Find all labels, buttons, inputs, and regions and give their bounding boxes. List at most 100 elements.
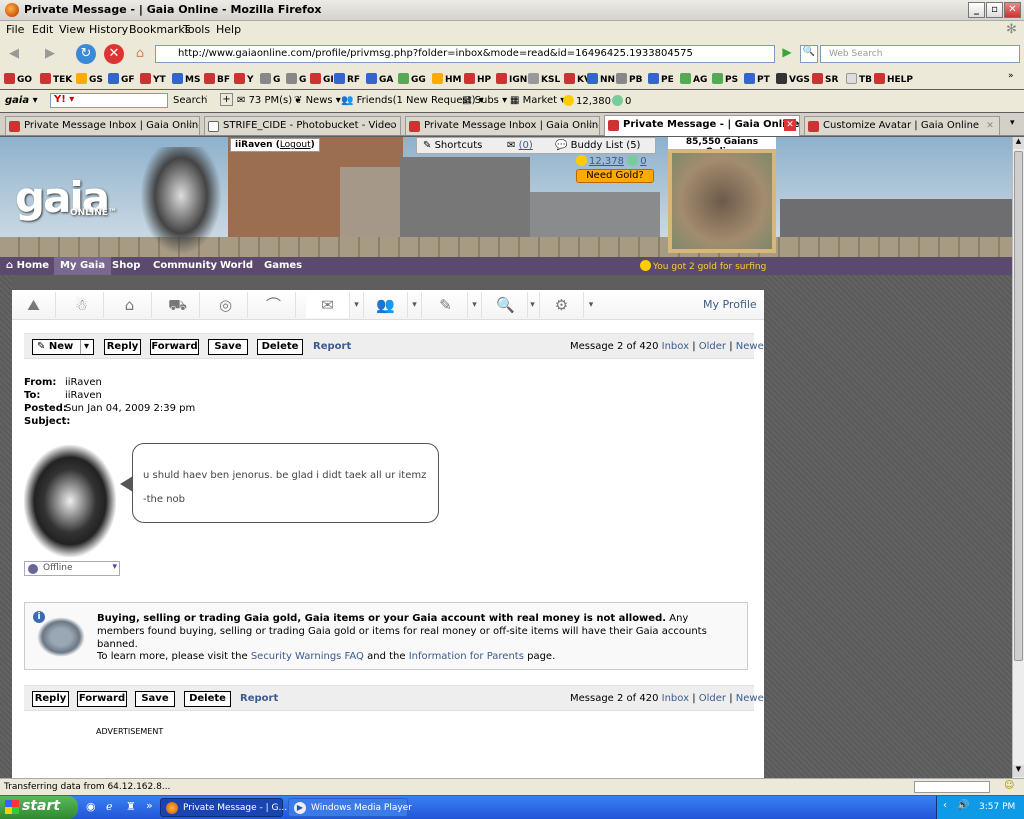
- more-bookmarks-chevron-icon[interactable]: »: [1008, 71, 1014, 81]
- tab-close-icon[interactable]: ✕: [984, 120, 996, 132]
- menu-bookmarks[interactable]: Bookmarks: [129, 23, 190, 36]
- nav-world[interactable]: World: [220, 260, 253, 271]
- forward-button[interactable]: Forward: [150, 339, 199, 355]
- home-icon[interactable]: ⌂: [130, 44, 150, 64]
- from-value[interactable]: iiRaven: [65, 377, 102, 388]
- report-link[interactable]: Report: [313, 341, 351, 352]
- bookmark-item[interactable]: GS: [76, 73, 103, 85]
- url-bar[interactable]: http://www.gaiaonline.com/profile/privms…: [155, 45, 775, 63]
- quicklaunch-firefox-icon[interactable]: ◉: [86, 800, 96, 813]
- subs-link[interactable]: ▤ Subs ▾: [462, 95, 507, 106]
- bookmark-item[interactable]: KSL: [528, 73, 560, 85]
- bookmark-item[interactable]: PS: [712, 73, 738, 85]
- delete-button[interactable]: Delete: [257, 339, 303, 355]
- bookmark-item[interactable]: PB: [616, 73, 642, 85]
- inbox-link[interactable]: Inbox: [662, 341, 689, 352]
- bookmark-item[interactable]: HP: [464, 73, 491, 85]
- save-button[interactable]: Save: [208, 339, 248, 355]
- new-button[interactable]: ✎ New ▾: [32, 339, 94, 355]
- nav-games[interactable]: Games: [264, 260, 302, 271]
- fish-icon[interactable]: ◎: [204, 292, 248, 318]
- bookmark-item[interactable]: HELP: [874, 73, 913, 85]
- bookmark-item[interactable]: PT: [744, 73, 770, 85]
- avatar-icon[interactable]: ☃: [60, 292, 104, 318]
- mail-icon[interactable]: ✉: [306, 292, 350, 318]
- mail-count-link[interactable]: ✉ (0): [507, 140, 533, 151]
- menu-view[interactable]: View: [59, 23, 85, 36]
- vertical-scrollbar[interactable]: ▲ ▼: [1012, 137, 1024, 778]
- bookmark-item[interactable]: GF: [108, 73, 135, 85]
- bookmark-item[interactable]: MS: [172, 73, 200, 85]
- reload-icon[interactable]: ↻: [76, 44, 96, 64]
- inbox-link[interactable]: Inbox: [662, 693, 689, 704]
- bookmark-item[interactable]: TB: [846, 73, 872, 85]
- report-link[interactable]: Report: [240, 693, 278, 704]
- maximize-button[interactable]: ▫: [986, 2, 1003, 18]
- clock[interactable]: 3:57 PM: [979, 802, 1015, 812]
- bookmark-item[interactable]: YT: [140, 73, 166, 85]
- nav-shop[interactable]: Shop: [112, 260, 140, 271]
- bookmark-item[interactable]: PE: [648, 73, 674, 85]
- web-search-input[interactable]: Web Search: [820, 45, 1020, 63]
- bookmark-item[interactable]: HM: [432, 73, 462, 85]
- yahoo-search-input[interactable]: Y! ▾: [50, 93, 168, 108]
- toolbar-search-label[interactable]: Search: [173, 95, 207, 106]
- house-icon[interactable]: ⌂: [108, 292, 152, 318]
- bookmark-item[interactable]: G: [286, 73, 306, 85]
- start-button[interactable]: start: [0, 796, 78, 819]
- news-link[interactable]: ❦ News ▾: [294, 95, 341, 106]
- bookmark-item[interactable]: GO: [4, 73, 32, 85]
- car-icon[interactable]: ⛟: [156, 292, 200, 318]
- tab-close-icon[interactable]: ✕: [184, 120, 196, 132]
- bookmark-item[interactable]: G: [260, 73, 280, 85]
- nav-community[interactable]: Community: [153, 260, 217, 271]
- to-value[interactable]: iiRaven: [65, 390, 102, 401]
- chevron-down-icon[interactable]: ▾: [350, 292, 364, 318]
- bookmark-item[interactable]: VGS: [776, 73, 810, 85]
- shortcuts-button[interactable]: ✎ Shortcuts: [423, 140, 482, 151]
- forward-icon[interactable]: ▶: [40, 44, 60, 64]
- status-addon-icon[interactable]: ☺: [1004, 780, 1014, 791]
- stop-icon[interactable]: ✕: [104, 44, 124, 64]
- tab-customize-avatar[interactable]: Customize Avatar | Gaia Online ✕: [804, 116, 1000, 135]
- tab-private-message[interactable]: Private Message - | Gaia Online ✕: [604, 115, 800, 136]
- delete-button[interactable]: Delete: [184, 691, 231, 707]
- menu-history[interactable]: History: [89, 23, 128, 36]
- back-icon[interactable]: ◀: [4, 44, 24, 64]
- quicklaunch-ie-icon[interactable]: ℯ: [106, 800, 113, 813]
- bookmark-item[interactable]: AG: [680, 73, 707, 85]
- gaia-home-icon[interactable]: ⛰: [12, 292, 56, 318]
- reply-button[interactable]: Reply: [104, 339, 141, 355]
- online-status-select[interactable]: Offline ▾: [24, 561, 120, 576]
- menu-tools[interactable]: Tools: [183, 23, 210, 36]
- bookmark-item[interactable]: GI: [310, 73, 334, 85]
- need-gold-button[interactable]: Need Gold?: [576, 169, 654, 183]
- minimize-button[interactable]: _: [968, 2, 985, 18]
- older-link[interactable]: Older: [699, 341, 726, 352]
- nav-home[interactable]: ⌂ Home: [6, 260, 49, 271]
- forward-button[interactable]: Forward: [77, 691, 127, 707]
- bookmark-item[interactable]: IGN: [496, 73, 527, 85]
- tab-pm-inbox-1[interactable]: Private Message Inbox | Gaia Online ✕: [5, 116, 200, 135]
- bookmark-item[interactable]: TEK: [40, 73, 72, 85]
- bookmark-item[interactable]: RF: [334, 73, 360, 85]
- task-media-player[interactable]: ▶ Windows Media Player: [288, 798, 412, 817]
- quicklaunch-app-icon[interactable]: ♜: [126, 800, 136, 813]
- hanger-icon[interactable]: ⌒: [252, 292, 296, 318]
- friends-icon[interactable]: 👥: [364, 292, 408, 318]
- nav-my-gaia[interactable]: My Gaia: [54, 257, 112, 275]
- tray-hide-icon[interactable]: ‹: [943, 800, 947, 811]
- menu-file[interactable]: File: [6, 23, 24, 36]
- scroll-thumb[interactable]: [1014, 151, 1023, 661]
- sender-avatar[interactable]: [24, 445, 116, 557]
- chevron-down-icon[interactable]: ▾: [408, 292, 422, 318]
- header-avatar[interactable]: [140, 147, 222, 255]
- bookmark-item[interactable]: GA: [366, 73, 393, 85]
- task-firefox[interactable]: Private Message - | G...: [160, 798, 287, 817]
- chevron-down-icon[interactable]: ▾: [584, 292, 598, 318]
- scroll-up-icon[interactable]: ▲: [1013, 137, 1024, 149]
- security-faq-link[interactable]: Security Warnings FAQ: [251, 651, 364, 662]
- tab-close-icon[interactable]: ✕: [784, 119, 796, 131]
- pms-link[interactable]: ✉ 73 PM(s): [237, 95, 292, 106]
- bookmark-item[interactable]: SR: [812, 73, 838, 85]
